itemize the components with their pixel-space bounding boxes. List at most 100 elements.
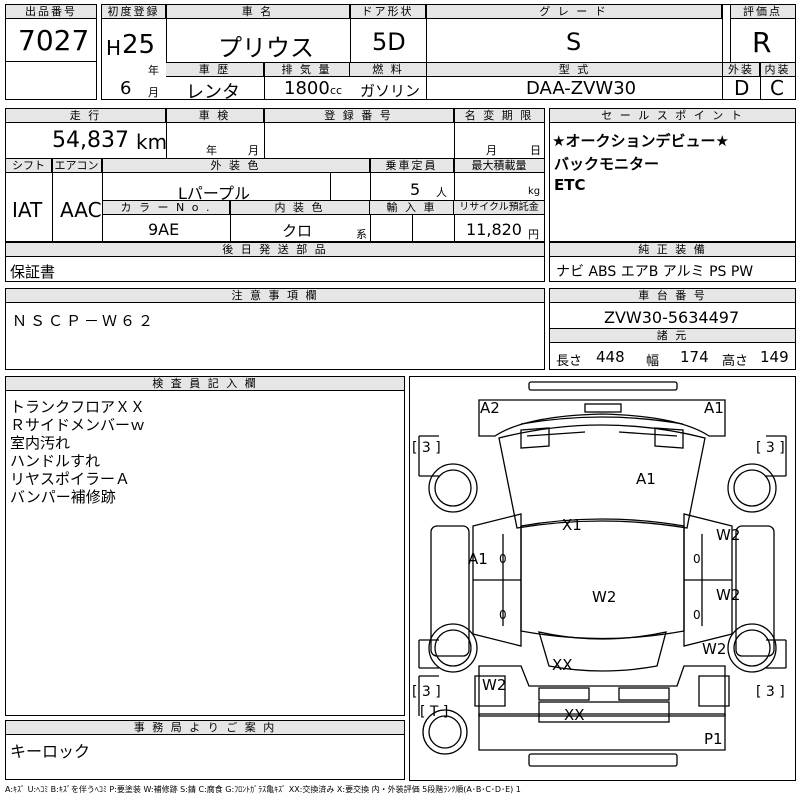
capacity-label: 乗車定員 — [370, 159, 454, 173]
damage-a1-front-right: A1 — [704, 399, 724, 417]
model: DAA-ZVW30 — [526, 78, 637, 99]
grade: S — [566, 28, 582, 56]
length-label: 長さ — [556, 354, 583, 369]
lot-number: 7027 — [18, 24, 90, 57]
insp-year: 年 — [206, 144, 217, 157]
sales-point-label: セ ー ル ス ポ イ ン ト — [550, 109, 795, 123]
load-label: 最大積載量 — [454, 159, 544, 173]
later-parts-label: 後 日 発 送 部 品 — [6, 243, 544, 257]
reg-year: 25 — [122, 30, 156, 60]
office-note: キーロック — [10, 742, 91, 761]
damage-a1-left-door: A1 — [468, 550, 488, 568]
name-change-label: 名 変 期 限 — [454, 109, 544, 123]
int-color-label: 内 装 色 — [230, 201, 370, 215]
ext-grade: D — [734, 76, 750, 100]
nc-day: 日 — [530, 144, 541, 157]
grade-label: グ レ ー ド — [426, 5, 722, 19]
capacity-unit: 人 — [436, 186, 447, 199]
color-no-label: カ ラ ー N o . — [103, 201, 230, 215]
notes-label: 注 意 事 項 欄 — [6, 289, 544, 303]
rating-label: 評価点 — [730, 5, 795, 19]
shift-label: シフト — [6, 159, 52, 173]
damage-w2-right-rear: W2 — [702, 640, 727, 658]
displacement: 1800 — [284, 78, 330, 99]
damage-x1-roof: X1 — [562, 516, 582, 534]
tire-front-left: [ 3 ] — [412, 440, 441, 456]
tire-rear-left: [ 3 ] — [412, 684, 441, 700]
sales-point-box — [549, 108, 796, 242]
displacement-unit: cc — [330, 84, 343, 97]
damage-xx-rear-panel: XX — [564, 706, 585, 724]
legend: A:ｷｽﾞ U:ﾍｺﾐ B:ｷｽﾞを伴うﾍｺﾐ P:要塗装 W:補修跡 S:錆 … — [5, 785, 521, 794]
ext-color-label: 外 装 色 — [102, 159, 370, 173]
damage-w2-left-rear: W2 — [482, 676, 507, 694]
later-parts: 保証書 — [10, 263, 56, 281]
recycle-label: リサイクル預託金 — [454, 201, 544, 215]
load-unit: kg — [528, 186, 541, 197]
recycle-fee: 11,820 — [466, 220, 522, 239]
sales-line-1: ★オークションデビュー★ — [552, 132, 729, 150]
door-type: 5D — [372, 28, 406, 56]
door-label: ドア形状 — [350, 5, 426, 19]
int-label: 内装 — [760, 63, 795, 77]
tire-front-right: [ 3 ] — [756, 440, 785, 456]
shift: IAT — [12, 198, 43, 222]
genuine-equipment: ナビ ABS エアB アルミ PS PW — [556, 264, 754, 280]
first-reg-label: 初度登録 — [102, 5, 166, 19]
mark-zero-right-2: 0 — [693, 608, 701, 622]
damage-a1-hood: A1 — [636, 470, 656, 488]
recycle-unit: 円 — [528, 228, 539, 241]
damage-w2-center: W2 — [592, 588, 617, 606]
nc-month: 月 — [486, 144, 497, 157]
history: レンタ — [186, 82, 240, 103]
car-name: プリウス — [218, 34, 314, 62]
model-label: 型 式 — [427, 63, 722, 77]
sales-line-2: バックモニター — [554, 155, 660, 173]
int-color-unit: 系 — [356, 228, 367, 241]
ac-label: エアコン — [52, 159, 102, 173]
lot-label: 出品番号 — [6, 5, 96, 19]
mark-zero-left-1: 0 — [499, 552, 507, 566]
month-unit: 月 — [148, 86, 159, 99]
mark-zero-left-2: 0 — [499, 608, 507, 622]
capacity: 5 — [410, 180, 421, 199]
rating: R — [752, 26, 772, 59]
int-grade: C — [770, 76, 784, 100]
ac: AAC — [60, 198, 102, 222]
inspection-label: 車 検 — [166, 109, 264, 123]
fuel-label: 燃 料 — [350, 63, 426, 77]
height-label: 高さ — [722, 354, 749, 369]
width: 174 — [680, 348, 709, 366]
notes: ＮＳＣＰ－Ｗ６２ — [12, 312, 157, 330]
damage-xx-trunk: XX — [552, 656, 573, 674]
ext-label: 外装 — [723, 63, 760, 77]
reg-number-label: 登 録 番 号 — [264, 109, 454, 123]
inspector-label: 検 査 員 記 入 欄 — [6, 377, 404, 391]
year-unit: 年 — [148, 64, 159, 77]
reg-month: 6 — [120, 78, 132, 99]
sales-line-3: ETC — [554, 176, 586, 194]
history-label: 車 歴 — [166, 63, 264, 77]
era: H — [106, 36, 122, 60]
office-label: 事 務 局 よ り ご 案 内 — [6, 721, 404, 735]
displacement-label: 排 気 量 — [264, 63, 350, 77]
tire-rear-right: [ 3 ] — [756, 684, 785, 700]
specs-label: 諸 元 — [550, 329, 795, 343]
int-color: クロ — [282, 222, 313, 240]
inspector-line-6: バンパー補修跡 — [10, 488, 116, 506]
damage-w2-right-door-2: W2 — [716, 586, 741, 604]
fuel: ガソリン — [360, 82, 421, 100]
length: 448 — [596, 348, 625, 366]
damage-w2-right-door-1: W2 — [716, 526, 741, 544]
mileage: 54,837 — [52, 128, 129, 153]
damage-a2-front-left: A2 — [480, 399, 500, 417]
car-name-label: 車 名 — [166, 5, 350, 19]
insp-month: 月 — [248, 144, 259, 157]
genuine-label: 純 正 装 備 — [550, 243, 795, 257]
chassis-number: ZVW30-5634497 — [604, 308, 740, 327]
damage-p1-rear-bumper: P1 — [704, 730, 723, 748]
width-label: 幅 — [646, 354, 660, 369]
car-diagram — [418, 381, 787, 767]
chassis-label: 車 台 番 号 — [550, 289, 795, 303]
import-label: 輸 入 車 — [370, 201, 454, 215]
